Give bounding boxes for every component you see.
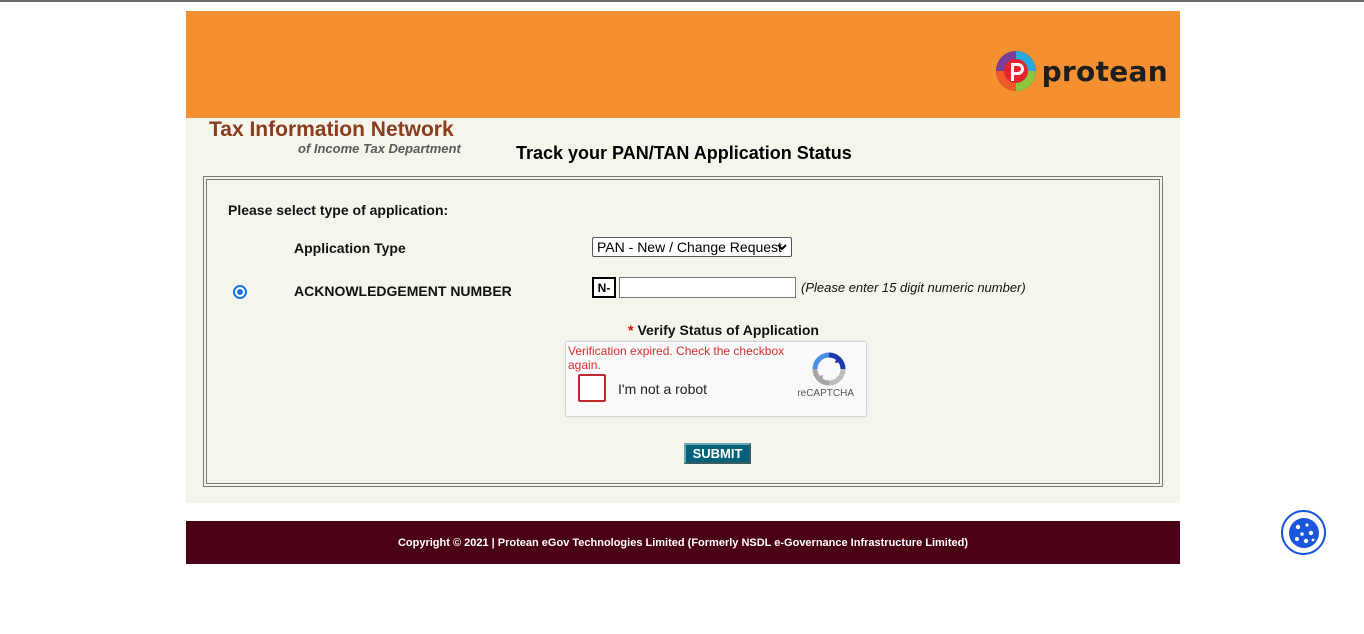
captcha-brand: reCAPTCHA (797, 388, 854, 399)
status-form: Please select type of application: Appli… (203, 176, 1163, 487)
ack-number-radio[interactable] (233, 285, 247, 299)
verify-text: Verify Status of Application (637, 322, 819, 338)
main-panel: Tax Information Network of Income Tax De… (186, 118, 1180, 503)
site-header: protean (186, 11, 1180, 118)
recaptcha-icon (812, 352, 846, 386)
protean-logo-icon (995, 51, 1036, 91)
top-border (0, 0, 1364, 2)
logo-text: protean (1041, 54, 1168, 88)
captcha-label: I'm not a robot (618, 381, 708, 397)
recaptcha-widget: Verification expired. Check the checkbox… (565, 341, 867, 417)
cookie-icon (1288, 517, 1319, 548)
cookie-settings-button[interactable] (1281, 510, 1326, 555)
brand-subtitle: of Income Tax Department (298, 141, 461, 156)
submit-button[interactable]: SUBMIT (684, 443, 751, 464)
application-type-label: Application Type (294, 240, 406, 256)
site-footer: Copyright © 2021 | Protean eGov Technolo… (186, 521, 1180, 564)
ack-prefix: N- (592, 277, 616, 298)
protean-logo[interactable]: protean (994, 49, 1168, 93)
required-star: * (628, 322, 634, 338)
footer-copyright: Copyright © 2021 | Protean eGov Technolo… (397, 536, 969, 549)
captcha-error: Verification expired. Check the checkbox… (568, 344, 785, 372)
application-type-value: PAN - New / Change Request (597, 239, 782, 255)
brand-title: Tax Information Network (209, 118, 454, 141)
ack-number-label: ACKNOWLEDGEMENT NUMBER (294, 283, 512, 299)
captcha-checkbox[interactable] (578, 374, 606, 402)
application-type-select[interactable]: PAN - New / Change Request (592, 237, 792, 257)
chevron-down-icon (777, 244, 787, 251)
status-form-inner: Please select type of application: Appli… (206, 179, 1160, 484)
select-prompt: Please select type of application: (228, 202, 449, 218)
ack-number-input[interactable] (619, 277, 796, 298)
ack-hint: (Please enter 15 digit numeric number) (801, 280, 1026, 295)
page-title: Track your PAN/TAN Application Status (516, 143, 852, 163)
verify-label: * Verify Status of Application (628, 322, 819, 338)
